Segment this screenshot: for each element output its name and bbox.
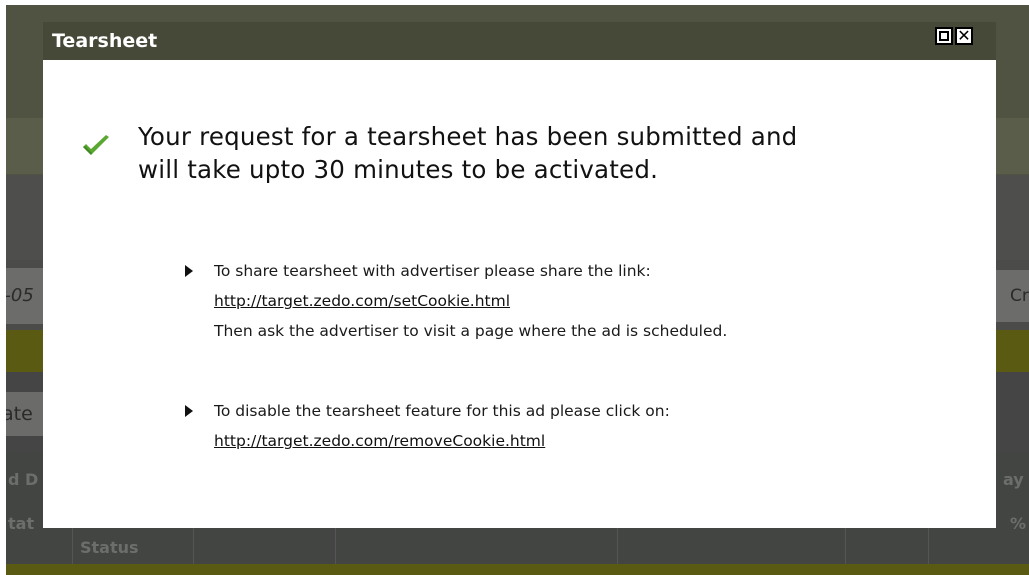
disable-instructions: To disable the tearsheet feature for thi… [185, 396, 670, 456]
share-link[interactable]: http://target.zedo.com/setCookie.html [214, 292, 510, 310]
check-icon [83, 135, 109, 155]
bg-table-header-text: d D [8, 470, 39, 489]
left-border [0, 5, 6, 575]
bg-table-header-text: Status [80, 538, 139, 557]
bg-table-header-text: tat [8, 514, 35, 533]
share-text: To share tearsheet with advertiser pleas… [214, 262, 651, 280]
disable-link[interactable]: http://target.zedo.com/removeCookie.html [214, 432, 545, 450]
bg-bottom-bar [0, 564, 1029, 575]
success-message-line: Your request for a tearsheet has been su… [138, 122, 798, 151]
bullet-arrow-icon [185, 405, 193, 417]
bg-table-header-text: % [1010, 514, 1027, 533]
success-message: Your request for a tearsheet has been su… [138, 120, 988, 186]
bg-input-right: Cr [995, 270, 1029, 322]
share-followup: Then ask the advertiser to visit a page … [214, 322, 728, 340]
close-icon[interactable]: ✕ [955, 26, 973, 45]
top-border [0, 0, 1029, 5]
dialog-title-bar[interactable]: Tearsheet ✕ [43, 22, 996, 60]
bg-input-left: r-05 [0, 268, 44, 324]
disable-text: To disable the tearsheet feature for thi… [214, 402, 670, 420]
bullet-arrow-icon [185, 265, 193, 277]
bg-date-field: ate [0, 392, 46, 436]
maximize-icon[interactable] [935, 27, 953, 45]
success-message-line: will take upto 30 minutes to be activate… [138, 155, 659, 184]
share-instructions: To share tearsheet with advertiser pleas… [185, 256, 727, 346]
dialog-title: Tearsheet [52, 30, 158, 52]
bg-table-header-text: ay [1003, 470, 1024, 489]
dialog-body: Your request for a tearsheet has been su… [43, 60, 996, 528]
